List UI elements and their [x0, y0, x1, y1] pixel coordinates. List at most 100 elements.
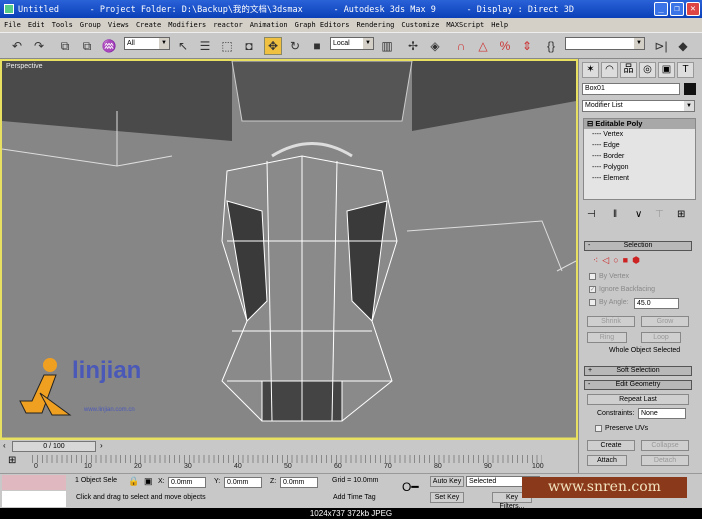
- menu-graph-editors[interactable]: Graph Editors: [295, 21, 350, 29]
- edit-geometry-rollout-header[interactable]: - Edit Geometry: [584, 380, 692, 390]
- window-crossing-icon[interactable]: ◘: [240, 37, 258, 55]
- menu-help[interactable]: Help: [491, 21, 508, 29]
- select-and-rotate-icon[interactable]: ↻: [286, 37, 304, 55]
- angle-snap-icon[interactable]: △: [474, 37, 492, 55]
- maximize-button[interactable]: ❐: [670, 2, 684, 16]
- modifier-list-dropdown[interactable]: Modifier List ▼: [582, 100, 695, 112]
- menu-group[interactable]: Group: [80, 21, 101, 29]
- motion-tab-icon[interactable]: ◎: [639, 62, 656, 78]
- menu-maxscript[interactable]: MAXScript: [446, 21, 484, 29]
- x-coordinate-field[interactable]: 0.0mm: [168, 477, 206, 488]
- menu-customize[interactable]: Customize: [401, 21, 439, 29]
- menu-views[interactable]: Views: [108, 21, 129, 29]
- object-color-swatch[interactable]: [684, 83, 696, 95]
- absolute-mode-icon[interactable]: ▣: [144, 476, 153, 487]
- configure-modifier-sets-icon[interactable]: ⊞: [677, 209, 685, 220]
- named-selection-dropdown[interactable]: ▼: [565, 37, 645, 50]
- soft-selection-rollout-header[interactable]: + Soft Selection: [584, 366, 692, 376]
- pin-stack-icon[interactable]: ⊣: [587, 209, 596, 220]
- menu-rendering[interactable]: Rendering: [356, 21, 394, 29]
- ignore-backfacing-checkbox[interactable]: ✓ Ignore Backfacing: [589, 286, 655, 293]
- select-object-icon[interactable]: ↖: [174, 37, 192, 55]
- menu-animation[interactable]: Animation: [250, 21, 288, 29]
- detach-button[interactable]: Detach: [641, 455, 689, 466]
- preserve-uvs-checkbox[interactable]: Preserve UVs: [595, 425, 648, 432]
- unlink-icon[interactable]: ⧉: [78, 37, 96, 55]
- perspective-viewport[interactable]: Perspective linjian www.linjian.com.cn: [0, 59, 578, 440]
- time-slider-thumb[interactable]: 0 / 100: [12, 441, 96, 452]
- repeat-last-button[interactable]: Repeat Last: [587, 394, 689, 405]
- stack-subobject-border[interactable]: ---- Border: [592, 151, 695, 162]
- utilities-tab-icon[interactable]: T: [677, 62, 694, 78]
- lock-selection-icon[interactable]: 🔒: [128, 476, 139, 487]
- track-bar[interactable]: ⊞ 0 10 20 30 40 50 60 70 80 90 100: [0, 453, 578, 473]
- menu-file[interactable]: File: [4, 21, 21, 29]
- maxscript-listener-pink[interactable]: [2, 475, 66, 490]
- menu-tools[interactable]: Tools: [52, 21, 73, 29]
- select-by-name-icon[interactable]: ☰: [196, 37, 214, 55]
- subobject-level-icons[interactable]: ⁖◁○■⬢: [593, 255, 644, 266]
- snap-3d-icon[interactable]: ∩: [452, 37, 470, 55]
- angle-spinner[interactable]: 45.0: [634, 298, 679, 309]
- bind-space-warp-icon[interactable]: ♒: [100, 37, 118, 55]
- stack-subobject-polygon[interactable]: ---- Polygon: [592, 162, 695, 173]
- by-angle-checkbox[interactable]: By Angle:: [589, 299, 629, 306]
- align-icon[interactable]: ◆: [674, 37, 692, 55]
- y-coordinate-field[interactable]: 0.0mm: [224, 477, 262, 488]
- create-button[interactable]: Create: [587, 440, 635, 451]
- prev-frame-icon[interactable]: ‹: [3, 441, 6, 450]
- menu-edit[interactable]: Edit: [28, 21, 45, 29]
- undo-icon[interactable]: ↶: [8, 37, 26, 55]
- redo-icon[interactable]: ↷: [30, 37, 48, 55]
- attach-button[interactable]: Attach: [587, 455, 627, 466]
- menu-create[interactable]: Create: [136, 21, 161, 29]
- shrink-button[interactable]: Shrink: [587, 316, 635, 327]
- menu-reactor[interactable]: reactor: [213, 21, 243, 29]
- minimize-button[interactable]: _: [654, 2, 668, 16]
- make-unique-icon[interactable]: ∨: [635, 209, 642, 220]
- edit-named-selection-icon[interactable]: {}: [542, 37, 560, 55]
- keyboard-shortcut-icon[interactable]: ◈: [426, 37, 444, 55]
- select-and-move-icon[interactable]: ✥: [264, 37, 282, 55]
- collapse-button[interactable]: Collapse: [641, 440, 689, 451]
- close-button[interactable]: ✕: [686, 2, 700, 16]
- percent-snap-icon[interactable]: %: [496, 37, 514, 55]
- time-slider[interactable]: ‹ 0 / 100 ›: [0, 440, 578, 453]
- open-mini-curve-editor-icon[interactable]: ⊞: [8, 455, 16, 466]
- menu-modifiers[interactable]: Modifiers: [168, 21, 206, 29]
- select-link-icon[interactable]: ⧉: [56, 37, 74, 55]
- constraints-dropdown[interactable]: None: [638, 408, 686, 419]
- set-key-button[interactable]: Set Key: [430, 492, 464, 503]
- selection-rollout-header[interactable]: - Selection: [584, 241, 692, 251]
- display-tab-icon[interactable]: ▣: [658, 62, 675, 78]
- select-manipulate-icon[interactable]: ✢: [404, 37, 422, 55]
- stack-subobject-edge[interactable]: ---- Edge: [592, 140, 695, 151]
- create-tab-icon[interactable]: ✶: [582, 62, 599, 78]
- viewport-label[interactable]: Perspective: [6, 63, 43, 70]
- key-icon[interactable]: O━: [402, 480, 419, 494]
- loop-button[interactable]: Loop: [641, 332, 681, 343]
- ring-button[interactable]: Ring: [587, 332, 627, 343]
- spinner-snap-icon[interactable]: ⇕: [518, 37, 536, 55]
- by-vertex-checkbox[interactable]: By Vertex: [589, 273, 629, 280]
- pivot-center-icon[interactable]: ▥: [378, 37, 396, 55]
- reference-coord-dropdown[interactable]: Local ▼: [330, 37, 374, 50]
- modify-tab-icon[interactable]: ◠: [601, 62, 618, 78]
- show-end-result-icon[interactable]: ‖: [613, 209, 617, 220]
- selection-filter-dropdown[interactable]: All ▼: [124, 37, 170, 50]
- stack-item-editable-poly[interactable]: ⊟ Editable Poly: [584, 119, 695, 129]
- rectangular-selection-icon[interactable]: ⬚: [218, 37, 236, 55]
- remove-modifier-icon[interactable]: ⊤: [655, 209, 664, 220]
- stack-subobject-element[interactable]: ---- Element: [592, 173, 695, 184]
- add-time-tag[interactable]: Add Time Tag: [333, 494, 376, 501]
- next-frame-icon[interactable]: ›: [100, 441, 103, 450]
- grow-button[interactable]: Grow: [641, 316, 689, 327]
- mirror-icon[interactable]: ⊳|: [652, 37, 670, 55]
- stack-subobject-vertex[interactable]: ---- Vertex: [592, 129, 695, 140]
- auto-key-button[interactable]: Auto Key: [430, 476, 464, 487]
- object-name-field[interactable]: Box01: [582, 83, 680, 95]
- z-coordinate-field[interactable]: 0.0mm: [280, 477, 318, 488]
- hierarchy-tab-icon[interactable]: 品: [620, 62, 637, 78]
- select-and-scale-icon[interactable]: ■: [308, 37, 326, 55]
- maxscript-listener-white[interactable]: [2, 491, 66, 507]
